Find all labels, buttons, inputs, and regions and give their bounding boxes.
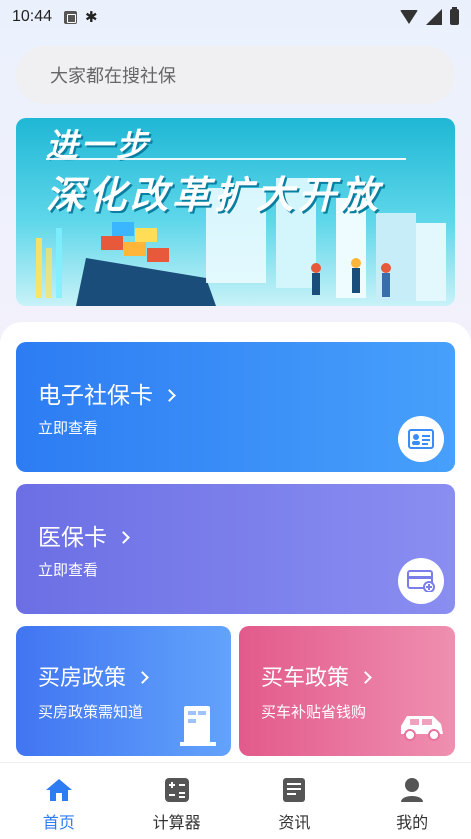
nav-label: 计算器	[152, 813, 201, 832]
card-title: 买房政策	[38, 660, 149, 692]
search-input[interactable]: 大家都在搜社保	[16, 46, 455, 104]
nav-item-profile[interactable]: 我的	[353, 763, 471, 839]
nav-label: 首页	[42, 813, 75, 832]
notification-icon	[64, 10, 78, 24]
card-subtitle: 买房政策需知道	[38, 703, 144, 721]
add-card-icon	[398, 558, 444, 604]
banner-divider	[46, 158, 406, 160]
id-card-icon	[398, 416, 444, 462]
user-icon	[401, 778, 424, 802]
search-placeholder: 大家都在搜社保	[50, 66, 176, 87]
status-bar: 10:44 ✱	[0, 0, 471, 34]
chevron-right-icon	[359, 671, 372, 684]
card-title: 医保卡	[38, 518, 130, 552]
signal-icon	[426, 9, 442, 25]
nav-label: 资讯	[278, 813, 311, 832]
status-indicators	[400, 7, 459, 25]
card-title: 电子社保卡	[38, 376, 176, 410]
bottom-nav: 首页 计算器 资讯 我的	[0, 762, 471, 839]
promo-banner[interactable]: 进一步 深化改革扩大开放	[16, 118, 455, 306]
nav-item-home[interactable]: 首页	[0, 763, 118, 839]
bug-icon: ✱	[85, 8, 98, 26]
medical-insurance-card[interactable]: 医保卡 立即查看	[16, 484, 455, 614]
chevron-right-icon	[136, 671, 149, 684]
nav-item-news[interactable]: 资讯	[236, 763, 354, 839]
car-policy-card[interactable]: 买车政策 买车补贴省钱购	[239, 626, 455, 756]
nav-item-calculator[interactable]: 计算器	[118, 763, 236, 839]
car-icon	[401, 716, 443, 741]
calculator-icon	[164, 778, 189, 802]
social-security-card[interactable]: 电子社保卡 立即查看	[16, 342, 455, 472]
home-icon	[45, 779, 72, 801]
news-icon	[283, 778, 306, 802]
building-icon	[180, 706, 216, 746]
status-time: 10:44	[12, 8, 53, 25]
chevron-right-icon	[117, 531, 130, 544]
card-subtitle: 买车补贴省钱购	[261, 703, 367, 721]
banner-title-line2: 深化改革扩大开放	[46, 173, 383, 217]
card-subtitle: 立即查看	[38, 419, 99, 437]
nav-label: 我的	[396, 813, 429, 832]
wifi-icon	[400, 10, 418, 24]
card-title: 买车政策	[261, 660, 372, 692]
card-subtitle: 立即查看	[38, 561, 99, 579]
house-policy-card[interactable]: 买房政策 买房政策需知道	[16, 626, 231, 756]
battery-icon	[450, 7, 459, 25]
chevron-right-icon	[163, 389, 176, 402]
